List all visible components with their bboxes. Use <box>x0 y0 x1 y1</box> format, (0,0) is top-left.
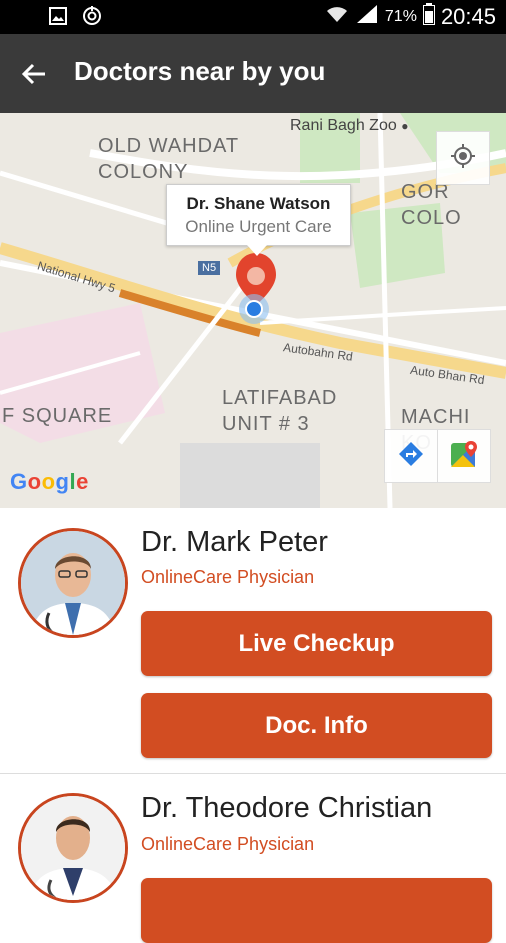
doctor-card: Dr. Theodore Christian OnlineCare Physic… <box>0 774 506 943</box>
battery-percent: 71% <box>384 8 417 25</box>
directions-icon <box>397 440 425 473</box>
highway-badge: N5 <box>198 261 221 275</box>
page-title: Doctors near by you <box>74 56 326 86</box>
doctor-avatar <box>18 793 128 903</box>
doctor-role: OnlineCare Physician <box>141 834 315 854</box>
map-label-latifabad: LATIFABAD UNIT # 3 <box>222 387 338 435</box>
zoo-name: Rani Bagh Zoo <box>290 117 397 134</box>
map-label-zoo: Rani Bagh Zoo ● <box>290 117 408 135</box>
paw-icon: ● <box>401 119 409 133</box>
battery-icon <box>422 3 435 31</box>
back-arrow-icon[interactable] <box>20 60 48 88</box>
map-view[interactable]: OLD WAHDAT COLONY GOR COLO Rani Bagh Zoo… <box>0 113 506 508</box>
clock: 20:45 <box>440 4 496 29</box>
my-location-icon <box>450 143 476 174</box>
sync-icon <box>82 6 102 26</box>
status-bar: 71% 20:45 <box>0 0 506 34</box>
live-checkup-button[interactable] <box>141 878 492 943</box>
doctor-avatar <box>18 528 128 638</box>
map-label-f-square: F SQUARE <box>2 405 113 427</box>
doctor-card: Dr. Mark Peter OnlineCare Physician Live… <box>0 508 506 773</box>
doctor-info-callout[interactable]: Dr. Shane Watson Online Urgent Care <box>166 184 351 256</box>
doc-info-button[interactable]: Doc. Info <box>141 693 492 758</box>
map-label-gor-colony: GOR COLO <box>401 181 462 229</box>
callout-subtitle: Online Urgent Care <box>185 217 332 236</box>
signal-icon <box>355 4 379 30</box>
callout-tip <box>247 245 267 256</box>
live-checkup-button[interactable]: Live Checkup <box>141 611 492 676</box>
gallery-icon <box>48 6 68 26</box>
open-maps-button[interactable] <box>437 429 491 483</box>
google-maps-icon <box>449 439 479 474</box>
map-label-old-wahdat: OLD WAHDAT COLONY <box>98 135 240 183</box>
doctor-name: Dr. Theodore Christian <box>141 792 433 824</box>
wifi-icon <box>325 4 349 30</box>
doctor-name: Dr. Mark Peter <box>141 526 328 558</box>
callout-name: Dr. Shane Watson <box>186 194 331 213</box>
my-location-button[interactable] <box>436 131 490 185</box>
google-logo: Google <box>10 469 89 494</box>
doctor-role: OnlineCare Physician <box>141 567 315 587</box>
directions-button[interactable] <box>384 429 438 483</box>
app-bar: Doctors near by you <box>0 34 506 113</box>
